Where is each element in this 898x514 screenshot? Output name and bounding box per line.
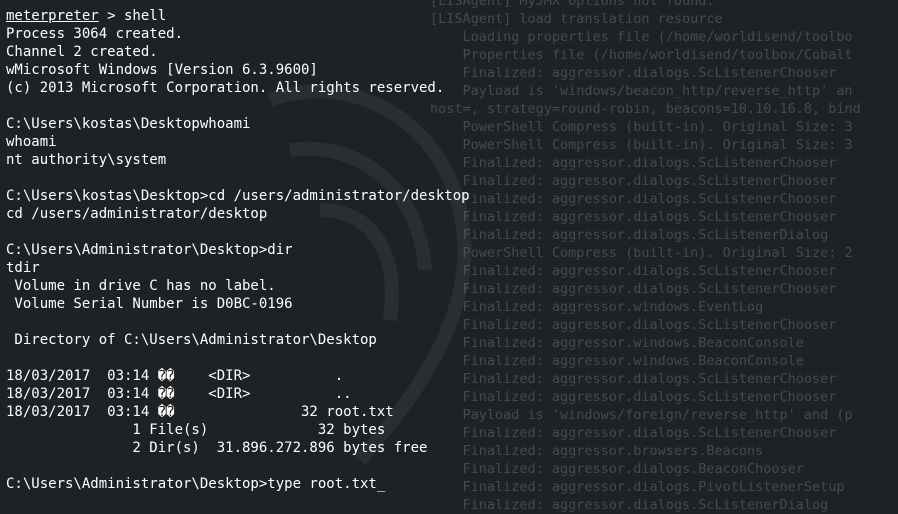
terminal-line: 18/03/2017 03:14 �� <DIR> .: [6, 367, 898, 385]
terminal-line: C:\Users\Administrator\Desktop>dir: [6, 241, 898, 259]
terminal-line: 18/03/2017 03:14 �� <DIR> ..: [6, 385, 898, 403]
terminal-line-text: (c) 2013 Microsoft Corporation. All righ…: [6, 80, 445, 96]
terminal-line: wMicrosoft Windows [Version 6.3.9600]: [6, 61, 898, 79]
terminal-line-text: Directory of C:\Users\Administrator\Desk…: [6, 332, 377, 348]
terminal-line: C:\Users\Administrator\Desktop>type root…: [6, 475, 898, 493]
text-cursor: _: [376, 476, 386, 492]
terminal-line-text: Channel 2 created.: [6, 44, 158, 60]
terminal-line-text: whoami: [6, 134, 57, 150]
terminal-line-text: wMicrosoft Windows [Version 6.3.9600]: [6, 62, 318, 78]
terminal-line: C:\Users\kostas\Desktop>cd /users/admini…: [6, 187, 898, 205]
terminal-line-text: cd /users/administrator/desktop: [6, 206, 268, 222]
terminal-line-text: Volume Serial Number is D0BC-0196: [6, 296, 293, 312]
terminal-line-text: 18/03/2017 03:14 �� 32 root.txt: [6, 404, 394, 420]
terminal-line: Volume in drive C has no label.: [6, 277, 898, 295]
terminal-line: 1 File(s) 32 bytes: [6, 421, 898, 439]
terminal-line-text: 18/03/2017 03:14 �� <DIR> ..: [6, 386, 352, 402]
meterpreter-prompt-line: meterpreter > shell: [6, 7, 898, 25]
terminal-line-text: Volume in drive C has no label.: [6, 278, 276, 294]
terminal-line: Directory of C:\Users\Administrator\Desk…: [6, 331, 898, 349]
prompt-command: > shell: [98, 8, 167, 24]
terminal-line-text: C:\Users\Administrator\Desktop>dir: [6, 242, 293, 258]
terminal-line: (c) 2013 Microsoft Corporation. All righ…: [6, 79, 898, 97]
terminal-line: Channel 2 created.: [6, 43, 898, 61]
prompt-module-label: meterpreter: [6, 8, 99, 24]
terminal-line-text: 18/03/2017 03:14 �� <DIR> .: [6, 368, 344, 384]
terminal-line: whoami: [6, 133, 898, 151]
terminal-window[interactable]: [LISAgent] MyJMX options not found. [LISA…: [0, 0, 898, 514]
terminal-line-text: 2 Dir(s) 31.896.272.896 bytes free: [6, 440, 428, 456]
terminal-line: cd /users/administrator/desktop: [6, 205, 898, 223]
terminal-line-text: 1 File(s) 32 bytes: [6, 422, 386, 438]
terminal-line: Process 3064 created.: [6, 25, 898, 43]
terminal-line-text: tdir: [6, 260, 40, 276]
background-log-line: Finalized: aggressor.dialogs.ScListenerD…: [430, 497, 829, 513]
terminal-line: 18/03/2017 03:14 �� 32 root.txt: [6, 403, 898, 421]
terminal-output: meterpreter > shell Process 3064 created…: [6, 7, 898, 493]
terminal-line: 2 Dir(s) 31.896.272.896 bytes free: [6, 439, 898, 457]
terminal-line: C:\Users\kostas\Desktopwhoami: [6, 115, 898, 133]
terminal-line-text: nt authority\system: [6, 152, 167, 168]
terminal-line: Volume Serial Number is D0BC-0196: [6, 295, 898, 313]
terminal-line-text: C:\Users\kostas\Desktopwhoami: [6, 116, 251, 132]
terminal-line-text: Process 3064 created.: [6, 26, 184, 42]
terminal-line: tdir: [6, 259, 898, 277]
terminal-line-text: C:\Users\Administrator\Desktop>type root…: [6, 476, 377, 492]
terminal-line-text: C:\Users\kostas\Desktop>cd /users/admini…: [6, 188, 470, 204]
terminal-line: nt authority\system: [6, 151, 898, 169]
